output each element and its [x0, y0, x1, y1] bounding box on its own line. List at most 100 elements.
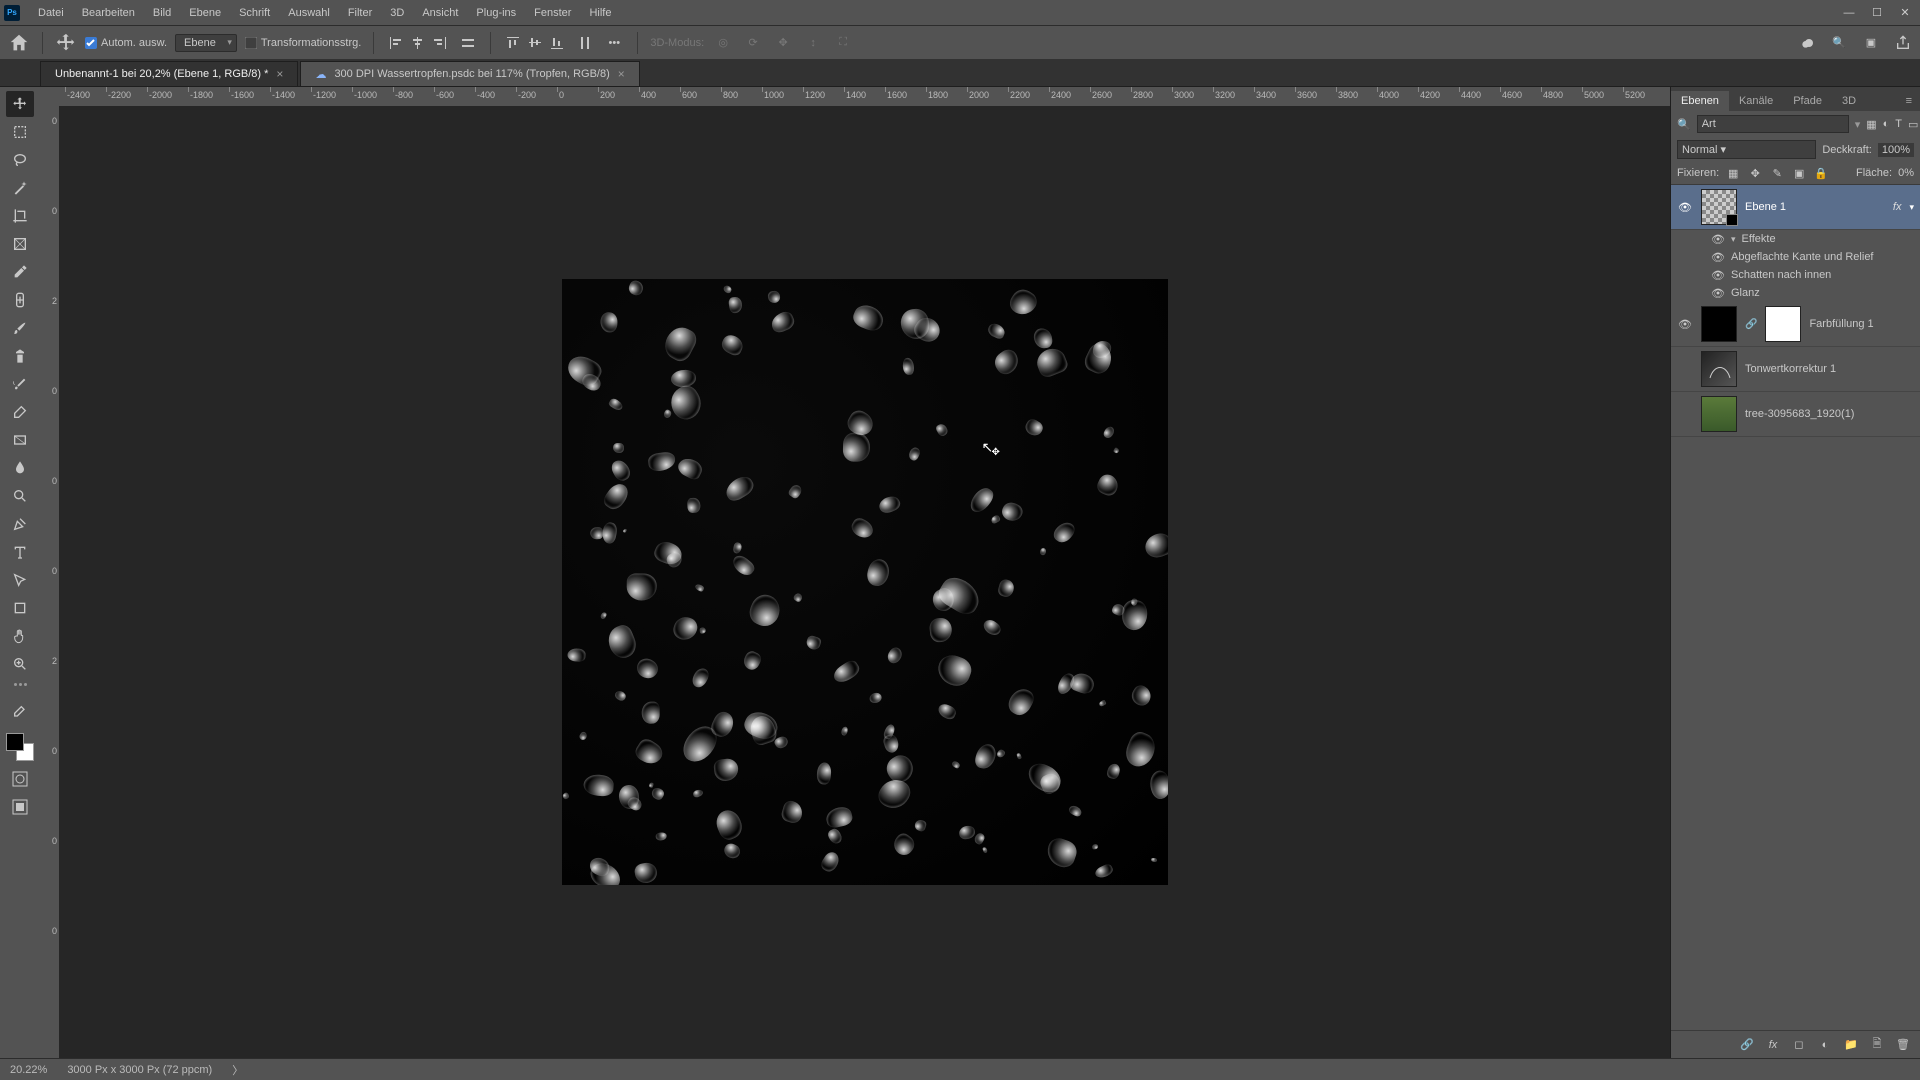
- ruler-horizontal[interactable]: -2400-2200-2000-1800-1600-1400-1200-1000…: [59, 87, 1670, 106]
- link-layers-button[interactable]: 🔗: [1738, 1036, 1756, 1054]
- menu-plugins[interactable]: Plug-ins: [468, 3, 524, 23]
- document-tab-1[interactable]: Unbenannt-1 bei 20,2% (Ebene 1, RGB/8) *…: [40, 61, 298, 86]
- blur-tool[interactable]: [6, 455, 34, 481]
- cloud-docs-icon[interactable]: [1798, 34, 1816, 52]
- color-swatches[interactable]: [6, 733, 34, 761]
- align-center-v-button[interactable]: [525, 34, 545, 52]
- visibility-toggle[interactable]: 👁: [1711, 268, 1725, 282]
- align-bottom-button[interactable]: [547, 34, 567, 52]
- doc-info-menu-icon[interactable]: 〉: [232, 1062, 243, 1078]
- menu-ansicht[interactable]: Ansicht: [414, 3, 466, 23]
- lock-image-icon[interactable]: ✎: [1769, 165, 1785, 181]
- marquee-tool[interactable]: [6, 119, 34, 145]
- brush-tool[interactable]: [6, 315, 34, 341]
- delete-layer-button[interactable]: 🗑: [1894, 1036, 1912, 1054]
- frame-tool[interactable]: [6, 231, 34, 257]
- filter-shape-icon[interactable]: ▭: [1908, 115, 1918, 133]
- visibility-toggle[interactable]: [1677, 361, 1693, 377]
- visibility-toggle[interactable]: 👁: [1711, 286, 1725, 300]
- hand-tool[interactable]: [6, 623, 34, 649]
- effects-header[interactable]: 👁 ▾ Effekte: [1671, 230, 1920, 248]
- distribute-v-button[interactable]: [575, 34, 595, 52]
- layer-style-button[interactable]: fx: [1764, 1036, 1782, 1054]
- minimize-button[interactable]: —: [1838, 4, 1860, 22]
- align-top-button[interactable]: [503, 34, 523, 52]
- document-tab-2[interactable]: ☁ 300 DPI Wassertropfen.psdc bei 117% (T…: [300, 61, 639, 86]
- auto-select-checkbox[interactable]: Autom. ausw.: [85, 37, 167, 49]
- menu-3d[interactable]: 3D: [382, 3, 412, 23]
- menu-filter[interactable]: Filter: [340, 3, 380, 23]
- lock-position-icon[interactable]: ✥: [1747, 165, 1763, 181]
- group-button[interactable]: 📁: [1842, 1036, 1860, 1054]
- lock-all-icon[interactable]: 🔒: [1813, 165, 1829, 181]
- menu-bild[interactable]: Bild: [145, 3, 179, 23]
- adjustment-layer-button[interactable]: ◐: [1816, 1036, 1834, 1054]
- menu-ebene[interactable]: Ebene: [181, 3, 229, 23]
- lock-pixels-icon[interactable]: ▦: [1725, 165, 1741, 181]
- workspace-switcher-icon[interactable]: ▣: [1862, 34, 1880, 52]
- panel-menu-icon[interactable]: ≡: [1898, 91, 1920, 111]
- layer-mask-button[interactable]: ◻: [1790, 1036, 1808, 1054]
- layer-tonwertkorrektur[interactable]: Tonwertkorrektur 1: [1671, 347, 1920, 392]
- menu-bearbeiten[interactable]: Bearbeiten: [74, 3, 143, 23]
- shape-tool[interactable]: [6, 595, 34, 621]
- align-right-button[interactable]: [430, 34, 450, 52]
- dodge-tool[interactable]: [6, 483, 34, 509]
- menu-schrift[interactable]: Schrift: [231, 3, 278, 23]
- doc-info[interactable]: 3000 Px x 3000 Px (72 ppcm): [67, 1064, 212, 1076]
- layer-filter-input[interactable]: [1697, 115, 1849, 133]
- foreground-color-swatch[interactable]: [6, 733, 24, 751]
- new-layer-button[interactable]: 🗎: [1868, 1036, 1886, 1054]
- zoom-tool[interactable]: [6, 651, 34, 677]
- visibility-toggle[interactable]: 👁: [1677, 316, 1693, 332]
- pen-tool[interactable]: [6, 511, 34, 537]
- transform-controls-checkbox[interactable]: Transformationsstrg.: [245, 37, 361, 49]
- search-icon[interactable]: 🔍: [1830, 34, 1848, 52]
- auto-select-target-select[interactable]: Ebene: [175, 34, 237, 52]
- menu-auswahl[interactable]: Auswahl: [280, 3, 338, 23]
- filter-type-icon[interactable]: T: [1895, 115, 1902, 133]
- opacity-value[interactable]: 100%: [1878, 143, 1914, 157]
- fill-value[interactable]: 0%: [1898, 167, 1914, 179]
- quick-mask-button[interactable]: [10, 769, 30, 789]
- layer-thumbnail[interactable]: [1701, 396, 1737, 432]
- tab-3d[interactable]: 3D: [1832, 91, 1866, 111]
- edit-toolbar-button[interactable]: [6, 699, 34, 725]
- effect-inner-shadow[interactable]: 👁Schatten nach innen: [1671, 266, 1920, 284]
- tab-kanaele[interactable]: Kanäle: [1729, 91, 1783, 111]
- layer-thumbnail[interactable]: [1701, 351, 1737, 387]
- clone-stamp-tool[interactable]: [6, 343, 34, 369]
- move-tool[interactable]: [6, 91, 34, 117]
- layer-thumbnail[interactable]: [1701, 189, 1737, 225]
- canvas-stage[interactable]: [59, 106, 1670, 1058]
- link-icon[interactable]: 🔗: [1745, 319, 1757, 330]
- blend-mode-select[interactable]: Normal ▾: [1677, 140, 1816, 159]
- menu-hilfe[interactable]: Hilfe: [581, 3, 619, 23]
- crop-tool[interactable]: [6, 203, 34, 229]
- magic-wand-tool[interactable]: [6, 175, 34, 201]
- lasso-tool[interactable]: [6, 147, 34, 173]
- more-align-button[interactable]: •••: [603, 32, 625, 54]
- layer-name[interactable]: tree-3095683_1920(1): [1745, 408, 1914, 420]
- ruler-vertical[interactable]: 0020002000: [40, 106, 59, 1058]
- layer-ebene-1[interactable]: 👁 Ebene 1 fx ▾: [1671, 185, 1920, 230]
- close-tab-icon[interactable]: ×: [276, 67, 283, 81]
- align-left-button[interactable]: [386, 34, 406, 52]
- home-button[interactable]: [8, 32, 30, 54]
- tab-pfade[interactable]: Pfade: [1783, 91, 1832, 111]
- layer-farbfuellung[interactable]: 👁 🔗 Farbfüllung 1: [1671, 302, 1920, 347]
- history-brush-tool[interactable]: [6, 371, 34, 397]
- distribute-button[interactable]: [458, 34, 478, 52]
- visibility-toggle[interactable]: 👁: [1711, 250, 1725, 264]
- healing-brush-tool[interactable]: [6, 287, 34, 313]
- eraser-tool[interactable]: [6, 399, 34, 425]
- mask-thumbnail[interactable]: [1765, 306, 1801, 342]
- screen-mode-button[interactable]: [10, 797, 30, 817]
- layer-name[interactable]: Farbfüllung 1: [1809, 318, 1914, 330]
- menu-fenster[interactable]: Fenster: [526, 3, 579, 23]
- close-tab-icon[interactable]: ×: [618, 67, 625, 81]
- zoom-value[interactable]: 20.22%: [10, 1064, 47, 1076]
- toolbox-overflow-icon[interactable]: [8, 683, 32, 693]
- layer-thumbnail[interactable]: [1701, 306, 1737, 342]
- artboard[interactable]: [562, 279, 1168, 885]
